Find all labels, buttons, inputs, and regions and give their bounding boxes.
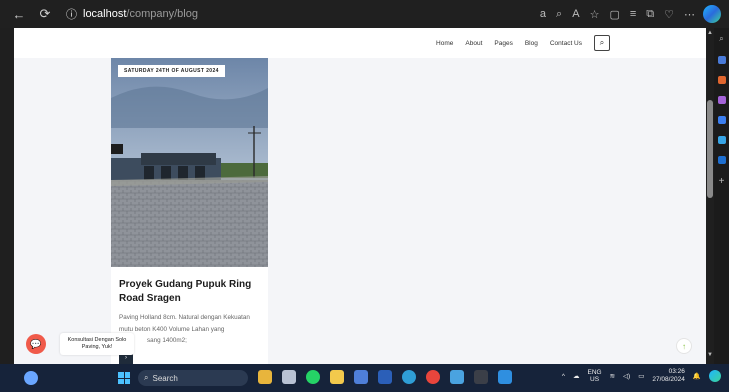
nav-pages[interactable]: Pages bbox=[494, 40, 512, 47]
add-icon[interactable]: + bbox=[719, 176, 725, 187]
lang-code: ENG bbox=[587, 369, 602, 376]
font-icon[interactable]: A bbox=[572, 8, 579, 20]
refresh-button[interactable]: ⟳ bbox=[34, 3, 56, 25]
chat-button[interactable]: 💬 bbox=[26, 334, 46, 354]
toolbox-icon[interactable] bbox=[717, 76, 726, 84]
chevron-right-icon: › bbox=[125, 355, 127, 361]
file-explorer-icon[interactable] bbox=[258, 370, 272, 384]
url-host: localhost bbox=[83, 8, 127, 20]
browser-actions: a ⌕ A ☆ ▢ ≡ ⧉ ♡ ⋯ bbox=[540, 4, 695, 24]
search-icon[interactable]: ⌕ bbox=[719, 34, 723, 44]
url-path: /company/blog bbox=[126, 8, 198, 20]
taskbar-search[interactable]: ⌕ Search bbox=[138, 370, 248, 386]
page-scrollbar[interactable]: ▲ ▼ bbox=[706, 28, 714, 364]
nav-blog[interactable]: Blog bbox=[525, 40, 538, 47]
edge-sidebar: ⌕ + bbox=[714, 28, 729, 364]
favorites-icon[interactable]: ≡ bbox=[630, 8, 636, 20]
send-icon[interactable] bbox=[717, 136, 726, 144]
blog-card[interactable]: SATURDAY 24TH OF AUGUST 2024 Proyek Guda… bbox=[111, 58, 268, 364]
nav-home[interactable]: Home bbox=[436, 40, 453, 47]
taskbar-apps bbox=[258, 370, 512, 384]
blog-photo[interactable]: SATURDAY 24TH OF AUGUST 2024 bbox=[111, 58, 268, 267]
scroll-down-arrow-icon[interactable]: ▼ bbox=[707, 352, 713, 358]
weather-icon[interactable] bbox=[24, 371, 38, 385]
warehouse-photo bbox=[111, 58, 268, 267]
post-title[interactable]: Proyek Gudang Pupuk Ring Road Sragen bbox=[119, 278, 264, 306]
scroll-thumb[interactable] bbox=[707, 100, 713, 198]
page-viewport: Home About Pages Blog Contact Us ⌕ SATUR… bbox=[14, 28, 706, 364]
windows-taskbar: ⌕ Search ^ ☁ ENG US ≋ ◁) ▭ 03:26 27/08/2… bbox=[0, 364, 729, 392]
games-icon[interactable] bbox=[717, 96, 726, 104]
excerpt-line: sang 1400m2; bbox=[147, 337, 187, 344]
edge-icon[interactable] bbox=[402, 370, 416, 384]
search-icon: ⌕ bbox=[599, 38, 605, 47]
back-button[interactable]: ← bbox=[8, 3, 30, 25]
lang-region: US bbox=[590, 376, 600, 383]
cloud-icon[interactable]: ☁ bbox=[573, 372, 580, 380]
more-icon[interactable]: ⋯ bbox=[684, 8, 695, 21]
clock[interactable]: 03:26 27/08/2024 bbox=[652, 368, 685, 384]
whatsapp-icon[interactable] bbox=[306, 370, 320, 384]
nav-about[interactable]: About bbox=[465, 40, 482, 47]
wifi-icon[interactable]: ≋ bbox=[610, 372, 615, 380]
arrow-up-icon: ↑ bbox=[682, 341, 686, 351]
chrome-icon[interactable] bbox=[426, 370, 440, 384]
store-icon[interactable] bbox=[354, 370, 368, 384]
collections-icon[interactable]: ⧉ bbox=[646, 8, 654, 21]
copilot-icon[interactable] bbox=[709, 370, 721, 382]
info-icon[interactable]: ⓘ bbox=[66, 6, 77, 22]
notification-icon[interactable]: 🔔 bbox=[693, 372, 701, 380]
chat-tooltip-line: Konsultasi Dengan Solo bbox=[67, 337, 127, 343]
outlook-icon[interactable] bbox=[717, 156, 726, 164]
chat-icon: 💬 bbox=[30, 338, 42, 349]
search-button[interactable]: ⌕ bbox=[594, 35, 610, 51]
terminal-icon[interactable] bbox=[474, 370, 488, 384]
word-icon[interactable] bbox=[378, 370, 392, 384]
search-icon: ⌕ bbox=[144, 373, 149, 382]
favorite-star-icon[interactable]: ☆ bbox=[590, 8, 600, 21]
task-view-icon[interactable] bbox=[282, 370, 296, 384]
nav-contact-us[interactable]: Contact Us bbox=[550, 40, 582, 47]
chat-tooltip[interactable]: Konsultasi Dengan Solo Paving, Yuk! bbox=[60, 333, 134, 355]
copilot-icon[interactable] bbox=[717, 116, 726, 124]
excerpt-line: mutu beton K400 Volume Lahan yang bbox=[119, 325, 225, 333]
battery-icon[interactable]: ▭ bbox=[638, 372, 644, 380]
split-screen-icon[interactable]: ▢ bbox=[609, 8, 619, 21]
tag-icon[interactable] bbox=[717, 56, 726, 64]
back-to-top-button[interactable]: ↑ bbox=[676, 338, 692, 354]
copilot-icon[interactable] bbox=[703, 5, 721, 23]
start-icon[interactable] bbox=[118, 372, 130, 384]
taskbar-search-label: Search bbox=[152, 373, 178, 383]
volume-icon[interactable]: ◁) bbox=[623, 372, 630, 380]
clock-date: 27/08/2024 bbox=[652, 376, 685, 383]
extension-icon[interactable]: ♡ bbox=[664, 8, 674, 21]
vscode-icon[interactable] bbox=[498, 370, 512, 384]
excerpt-line: Paving Holland 8cm. Natural dengan Kekua… bbox=[119, 314, 250, 321]
site-navbar: Home About Pages Blog Contact Us ⌕ bbox=[14, 28, 706, 58]
clock-time: 03:26 bbox=[668, 368, 685, 375]
post-excerpt: Paving Holland 8cm. Natural dengan Kekua… bbox=[119, 312, 264, 347]
system-tray: ^ ☁ ENG US ≋ ◁) ▭ 03:26 27/08/2024 🔔 bbox=[562, 368, 721, 384]
photos-icon[interactable] bbox=[450, 370, 464, 384]
read-aloud-icon[interactable]: a bbox=[540, 8, 546, 20]
folder-icon[interactable] bbox=[330, 370, 344, 384]
zoom-icon[interactable]: ⌕ bbox=[556, 8, 562, 21]
chevron-up-icon[interactable]: ^ bbox=[562, 373, 565, 380]
chat-tooltip-line: Paving, Yuk! bbox=[81, 344, 113, 350]
browser-toolbar: ← ⟳ ⓘ localhost/company/blog a ⌕ A ☆ ▢ ≡… bbox=[0, 0, 729, 28]
address-bar[interactable]: ⓘ localhost/company/blog bbox=[66, 4, 481, 24]
post-date: SATURDAY 24TH OF AUGUST 2024 bbox=[118, 65, 225, 77]
scroll-up-arrow-icon[interactable]: ▲ bbox=[707, 30, 713, 36]
language-indicator[interactable]: ENG US bbox=[587, 369, 601, 383]
